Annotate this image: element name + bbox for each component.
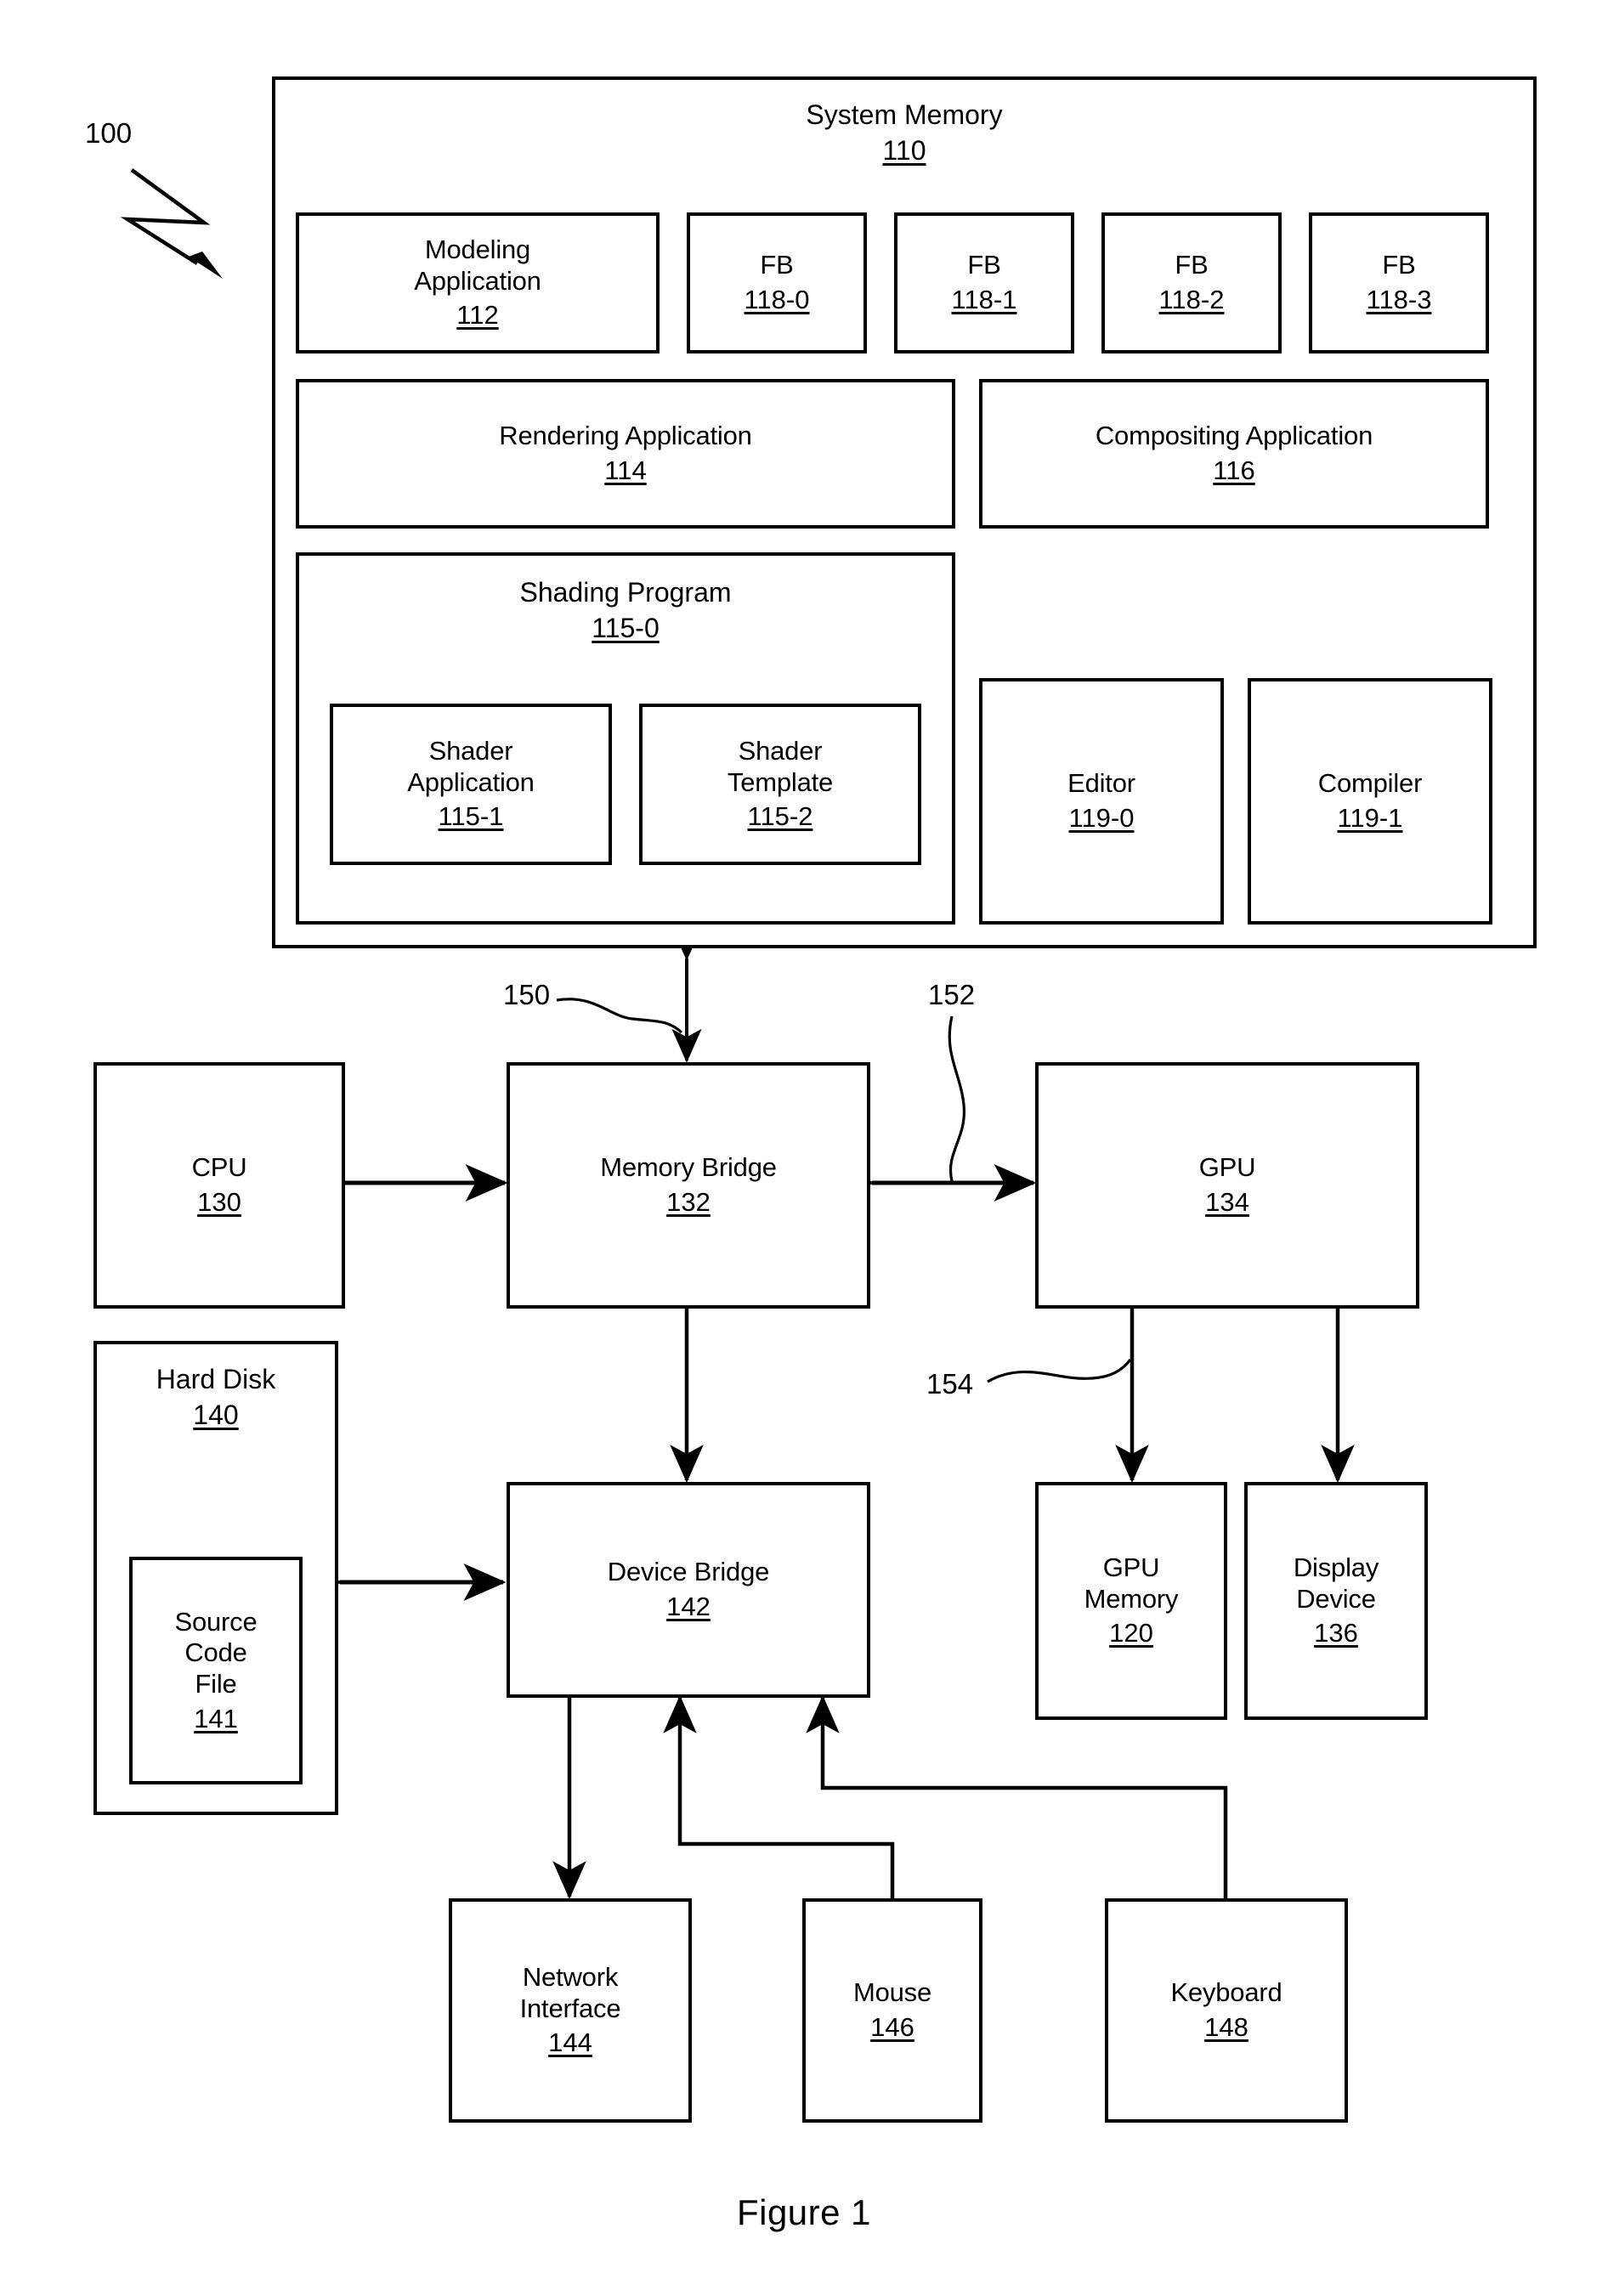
shader-application-box[interactable]: Shader Application 115-1 <box>330 704 612 865</box>
memory-bridge-box[interactable]: Memory Bridge 132 <box>507 1062 870 1309</box>
patent-figure: 100 150 152 154 System Memory 110 Modeli… <box>0 0 1608 2296</box>
memory-bridge-label: Memory Bridge <box>600 1152 777 1183</box>
shader-template-number: 115-2 <box>747 801 813 832</box>
frame-buffer-label: FB <box>1382 250 1416 280</box>
hard-disk-title: Hard Disk 140 <box>97 1363 335 1432</box>
display-device-number: 136 <box>1314 1618 1358 1648</box>
compositing-application-number: 116 <box>1213 455 1255 485</box>
cpu-number: 130 <box>197 1187 241 1217</box>
frame-buffer-box-118-0[interactable]: FB 118-0 <box>687 212 867 353</box>
frame-buffer-number: 118-2 <box>1158 285 1225 314</box>
modeling-application-box[interactable]: Modeling Application 112 <box>296 212 660 353</box>
gpu-memory-label: GPU Memory <box>1084 1552 1179 1614</box>
display-device-box[interactable]: Display Device 136 <box>1244 1482 1428 1720</box>
shader-application-number: 115-1 <box>438 801 504 832</box>
gpu-memory-number: 120 <box>1109 1618 1153 1648</box>
gpu-memory-box[interactable]: GPU Memory 120 <box>1035 1482 1227 1720</box>
gpu-box[interactable]: GPU 134 <box>1035 1062 1419 1309</box>
hard-disk-number: 140 <box>193 1400 239 1431</box>
figure-caption: Figure 1 <box>736 2192 872 2232</box>
mouse-label: Mouse <box>852 1977 932 2008</box>
display-device-label: Display Device <box>1293 1552 1379 1614</box>
rendering-application-box[interactable]: Rendering Application 114 <box>296 379 955 529</box>
network-interface-number: 144 <box>548 2027 592 2058</box>
frame-buffer-label: FB <box>760 250 794 280</box>
bus-150-label: 150 <box>503 979 551 1010</box>
compiler-label: Compiler <box>1317 768 1423 799</box>
frame-buffer-number: 118-0 <box>744 285 810 314</box>
editor-label: Editor <box>1067 768 1135 799</box>
devicebridge-keyboard-link <box>806 1694 1243 1935</box>
shader-template-label: Shader Template <box>727 736 834 797</box>
frame-buffer-box-118-2[interactable]: FB 118-2 <box>1101 212 1282 353</box>
bus-152-label: 152 <box>928 979 976 1010</box>
bus-152-leader <box>948 1015 965 1182</box>
compiler-number: 119-1 <box>1337 803 1403 833</box>
bus-154-leader <box>987 1359 1132 1383</box>
system-memory-title: System Memory 110 <box>275 99 1533 167</box>
shading-program-title: Shading Program 115-0 <box>299 576 952 645</box>
modeling-application-number: 112 <box>456 300 499 331</box>
frame-buffer-label: FB <box>967 250 1001 280</box>
devicebridge-mouse-link <box>663 1694 909 1935</box>
rendering-application-label: Rendering Application <box>499 421 752 451</box>
device-bridge-label: Device Bridge <box>607 1557 770 1587</box>
keyboard-label: Keyboard <box>1170 1977 1282 2008</box>
cpu-box[interactable]: CPU 130 <box>93 1062 345 1309</box>
compositing-application-label: Compositing Application <box>1095 421 1373 451</box>
gpu-number: 134 <box>1205 1187 1249 1217</box>
memory-bridge-number: 132 <box>666 1187 711 1217</box>
gpu-label: GPU <box>1198 1152 1256 1183</box>
shader-template-box[interactable]: Shader Template 115-2 <box>639 704 921 865</box>
frame-buffer-number: 118-1 <box>951 285 1017 314</box>
bus-150-leader <box>556 998 683 1034</box>
frame-buffer-box-118-3[interactable]: FB 118-3 <box>1309 212 1489 353</box>
frame-buffer-label: FB <box>1175 250 1209 280</box>
shading-program-number: 115-0 <box>592 613 660 644</box>
source-code-file-number: 141 <box>194 1703 238 1733</box>
cpu-label: CPU <box>191 1152 247 1183</box>
shader-application-label: Shader Application <box>407 736 535 797</box>
modeling-application-label: Modeling Application <box>414 235 541 296</box>
mouse-box[interactable]: Mouse 146 <box>802 1898 982 2123</box>
compiler-box[interactable]: Compiler 119-1 <box>1248 678 1492 925</box>
device-bridge-number: 142 <box>666 1592 711 1621</box>
keyboard-number: 148 <box>1204 2012 1248 2042</box>
frame-buffer-box-118-1[interactable]: FB 118-1 <box>894 212 1074 353</box>
system-memory-title-text: System Memory <box>806 99 1003 130</box>
device-bridge-box[interactable]: Device Bridge 142 <box>507 1482 870 1698</box>
system-ref-pointer <box>120 168 211 265</box>
mouse-number: 146 <box>870 2012 914 2042</box>
frame-buffer-number: 118-3 <box>1366 285 1432 314</box>
shading-program-title-text: Shading Program <box>519 577 732 608</box>
keyboard-box[interactable]: Keyboard 148 <box>1105 1898 1348 2123</box>
source-code-file-label: Source Code File <box>174 1606 258 1699</box>
editor-number: 119-0 <box>1068 803 1135 833</box>
editor-box[interactable]: Editor 119-0 <box>979 678 1224 925</box>
hard-disk-label: Hard Disk <box>156 1364 276 1394</box>
system-memory-number: 110 <box>882 135 926 167</box>
system-ref-label: 100 <box>85 117 133 149</box>
rendering-application-number: 114 <box>604 455 647 485</box>
network-interface-label: Network Interface <box>519 1962 621 2023</box>
network-interface-box[interactable]: Network Interface 144 <box>449 1898 692 2123</box>
source-code-file-box[interactable]: Source Code File 141 <box>129 1557 303 1784</box>
compositing-application-box[interactable]: Compositing Application 116 <box>979 379 1489 529</box>
system-ref-arrowhead <box>189 252 223 279</box>
bus-154-label: 154 <box>926 1368 974 1400</box>
